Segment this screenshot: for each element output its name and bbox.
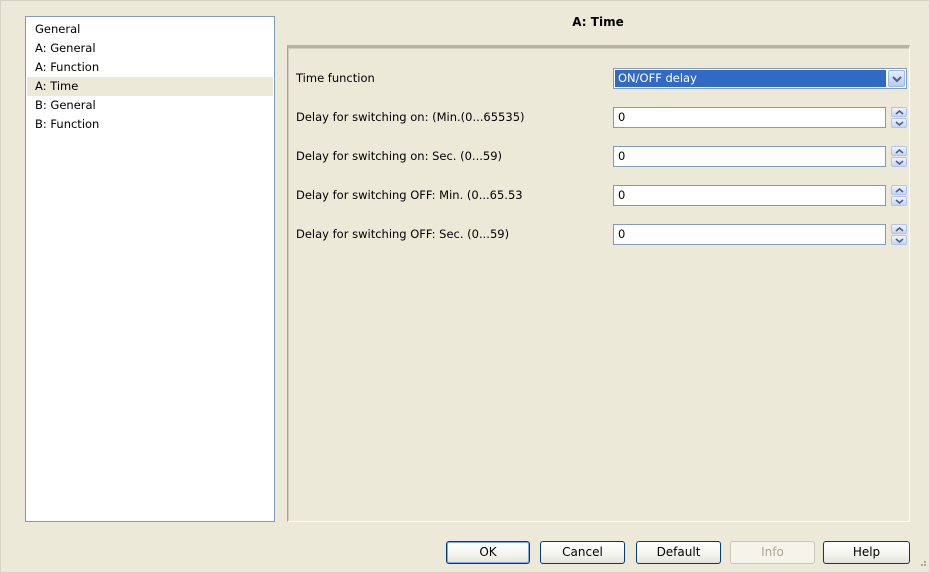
parameter-panel: Time function ON/OFF delay Delay for swi… [287,45,910,522]
spin-up-icon[interactable] [891,224,907,234]
param-label-time-function: Time function [296,71,375,85]
dialog-window: General A: General A: Function A: Time B… [0,0,930,573]
cancel-button[interactable]: Cancel [540,541,625,564]
tree-item-b-general[interactable]: B: General [27,96,273,115]
chevron-down-icon[interactable] [888,70,905,87]
delay-on-min-input[interactable]: 0 [613,107,886,128]
param-row-delay-off-min: Delay for switching OFF: Min. (0...65.53… [288,185,909,207]
ok-button[interactable]: OK [446,541,530,564]
tree-item-a-time[interactable]: A: Time [27,77,273,96]
page-title: A: Time [572,15,624,29]
info-button: Info [730,541,815,564]
param-row-delay-on-min: Delay for switching on: (Min.(0...65535)… [288,107,909,129]
parameter-tree[interactable]: General A: General A: Function A: Time B… [25,16,275,522]
param-label-delay-off-sec: Delay for switching OFF: Sec. (0...59) [296,227,510,241]
param-row-delay-off-sec: Delay for switching OFF: Sec. (0...59) 0 [288,224,909,246]
spin-up-icon[interactable] [891,146,907,156]
tree-item-b-function[interactable]: B: Function [27,115,273,134]
param-row-delay-on-sec: Delay for switching on: Sec. (0...59) 0 [288,146,909,168]
help-button[interactable]: Help [823,541,910,564]
param-label-delay-on-min: Delay for switching on: (Min.(0...65535) [296,110,525,124]
delay-off-sec-stepper: 0 [613,224,907,245]
time-function-select[interactable]: ON/OFF delay [613,68,907,89]
delay-off-min-stepper: 0 [613,185,907,206]
spin-up-icon[interactable] [891,107,907,117]
time-function-value: ON/OFF delay [615,70,886,87]
delay-on-sec-input[interactable]: 0 [613,146,886,167]
spin-up-icon[interactable] [891,185,907,195]
tree-item-a-general[interactable]: A: General [27,39,273,58]
tree-item-a-function[interactable]: A: Function [27,58,273,77]
delay-off-min-input[interactable]: 0 [613,185,886,206]
param-row-time-function: Time function ON/OFF delay [288,68,909,90]
delay-on-sec-stepper: 0 [613,146,907,167]
param-label-delay-on-sec: Delay for switching on: Sec. (0...59) [296,149,503,163]
spin-down-icon[interactable] [891,196,907,206]
delay-off-sec-input[interactable]: 0 [613,224,886,245]
default-button[interactable]: Default [636,541,721,564]
param-label-delay-off-min: Delay for switching OFF: Min. (0...65.53 [296,188,523,202]
delay-on-min-stepper: 0 [613,107,907,128]
spin-down-icon[interactable] [891,118,907,128]
tree-item-general[interactable]: General [27,20,273,39]
spin-down-icon[interactable] [891,157,907,167]
resize-grip-icon[interactable] [916,555,926,569]
spin-down-icon[interactable] [891,235,907,245]
